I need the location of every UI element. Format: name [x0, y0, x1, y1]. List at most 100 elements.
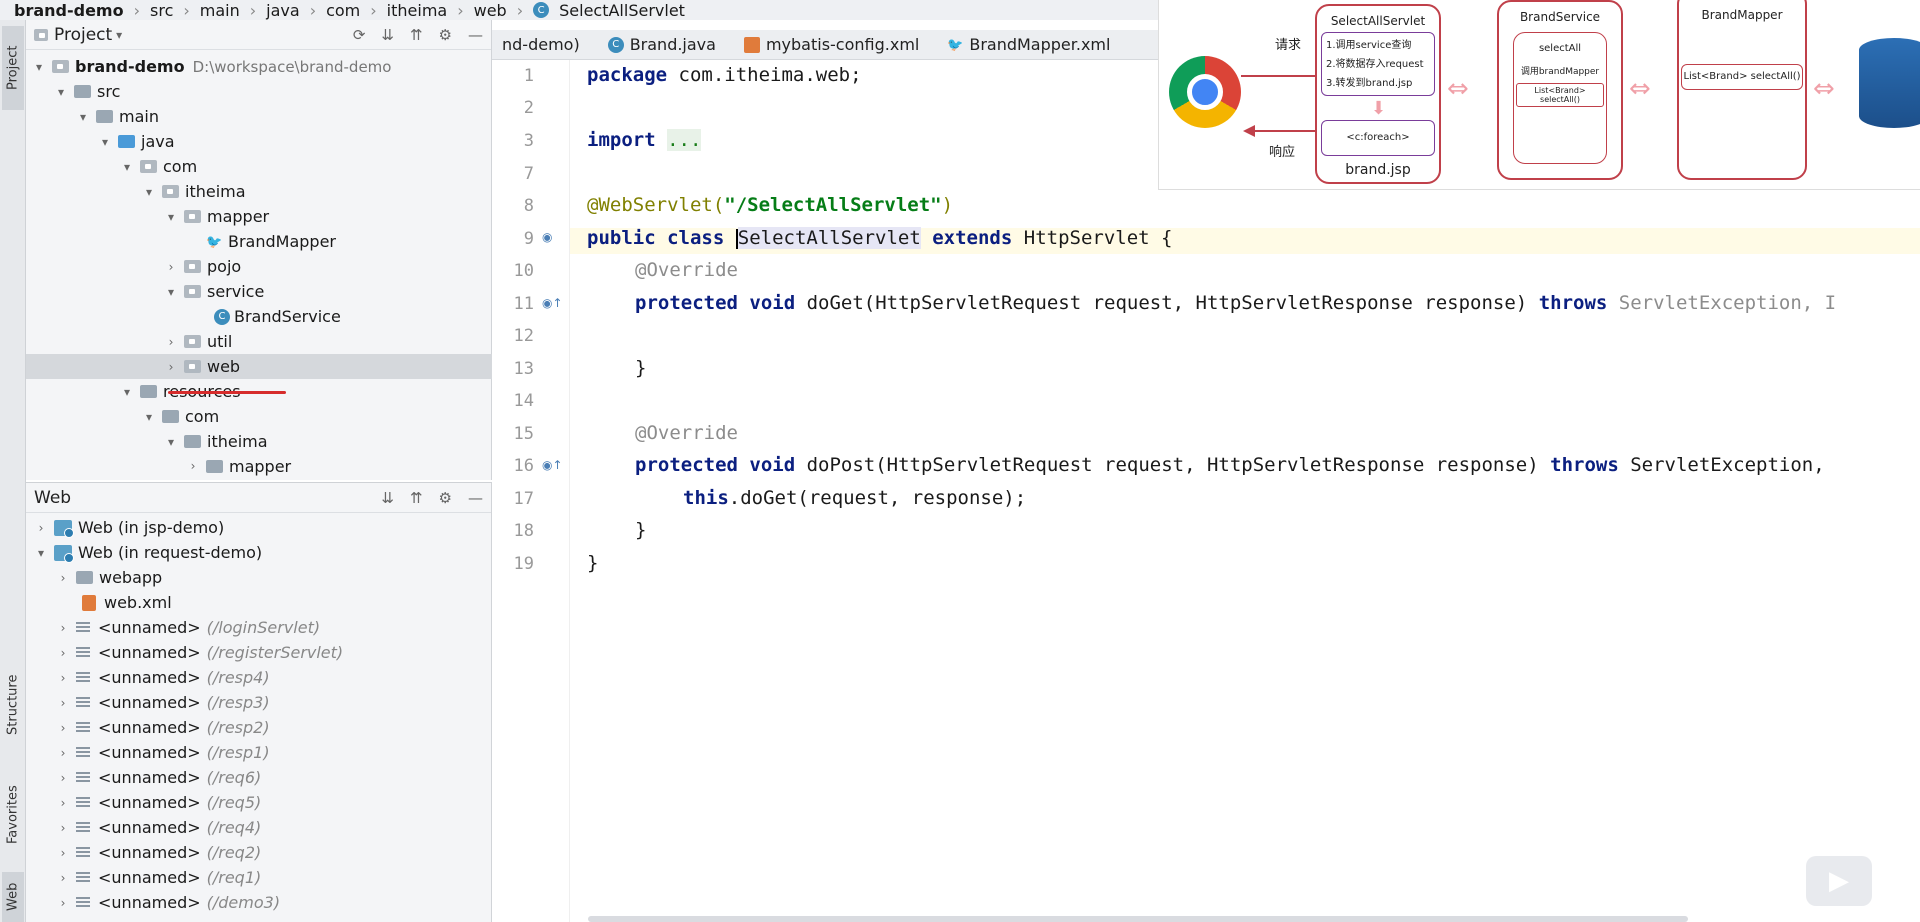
chevron-right-icon[interactable]: ›	[56, 796, 70, 810]
chevron-right-icon[interactable]: ›	[56, 746, 70, 760]
tree-row[interactable]: › webapp	[26, 565, 492, 590]
chevron-down-icon[interactable]: ▾	[142, 410, 156, 424]
chevron-right-icon[interactable]: ›	[56, 771, 70, 785]
tree-row-root[interactable]: ▾ brand-demo D:\workspace\brand-demo	[26, 54, 492, 79]
annotation: @WebServlet(	[587, 194, 725, 216]
tree-row[interactable]: › pojo	[26, 254, 492, 279]
chevron-down-icon[interactable]: ▾	[54, 85, 68, 99]
tree-row-servlet[interactable]: › <unnamed> (/resp1)	[26, 740, 492, 765]
gear-icon[interactable]: ⚙	[439, 26, 452, 44]
expand-all-icon[interactable]: ⇊	[381, 489, 394, 507]
chevron-down-icon[interactable]: ▾	[164, 435, 178, 449]
tree-row[interactable]: › util	[26, 329, 492, 354]
chevron-down-icon[interactable]: ▾	[142, 185, 156, 199]
tree-row-servlet[interactable]: › <unnamed> (/req6)	[26, 765, 492, 790]
class-name[interactable]: SelectAllServlet	[737, 227, 921, 249]
breadcrumb-item[interactable]: SelectAllServlet	[559, 1, 685, 20]
breadcrumb-item[interactable]: com	[326, 1, 360, 20]
project-panel-title[interactable]: Project	[54, 25, 112, 45]
tree-row[interactable]: ▾ java	[26, 129, 492, 154]
tree-row[interactable]: C BrandService	[26, 304, 492, 329]
tree-row-servlet[interactable]: › <unnamed> (/req5)	[26, 790, 492, 815]
breadcrumb-item[interactable]: web	[474, 1, 507, 20]
chevron-right-icon[interactable]: ›	[186, 459, 200, 473]
collapse-all-icon[interactable]: ⇈	[410, 489, 423, 507]
chevron-right-icon[interactable]: ›	[56, 621, 70, 635]
tree-row[interactable]: ▾ itheima	[26, 429, 492, 454]
hide-icon[interactable]: —	[468, 489, 483, 507]
breadcrumb-item[interactable]: itheima	[387, 1, 448, 20]
tree-row[interactable]: 🐦 BrandMapper	[26, 229, 492, 254]
tree-row[interactable]: › Web (in jsp-demo)	[26, 515, 492, 540]
tree-row-servlet[interactable]: › <unnamed> (/req1)	[26, 865, 492, 890]
chevron-right-icon[interactable]: ›	[164, 360, 178, 374]
folded-imports[interactable]: ...	[667, 129, 702, 151]
chevron-down-icon[interactable]: ▾	[164, 285, 178, 299]
override-icon[interactable]: ◉↑	[542, 458, 563, 472]
chevron-right-icon[interactable]: ›	[56, 646, 70, 660]
tree-row-servlet[interactable]: › <unnamed> (/resp2)	[26, 715, 492, 740]
tree-row-servlet[interactable]: › <unnamed> (/demo3)	[26, 890, 492, 915]
collapse-all-icon[interactable]: ⇈	[410, 26, 423, 44]
tree-row[interactable]: ▾ mapper	[26, 204, 492, 229]
chevron-right-icon[interactable]: ›	[56, 846, 70, 860]
chevron-right-icon[interactable]: ›	[56, 571, 70, 585]
tree-row-servlet[interactable]: › <unnamed> (/resp4)	[26, 665, 492, 690]
chevron-down-icon[interactable]: ▾	[76, 110, 90, 124]
tree-row[interactable]: ▾ Web (in request-demo)	[26, 540, 492, 565]
chevron-right-icon[interactable]: ›	[56, 696, 70, 710]
expand-all-icon[interactable]: ⇊	[381, 26, 394, 44]
class-icon: C	[533, 2, 550, 18]
tree-row[interactable]: ▾ itheima	[26, 179, 492, 204]
tree-row-servlet[interactable]: › <unnamed> (/loginServlet)	[26, 615, 492, 640]
chevron-right-icon[interactable]: ›	[56, 896, 70, 910]
breadcrumb-item[interactable]: src	[150, 1, 173, 20]
chevron-right-icon[interactable]: ›	[164, 260, 178, 274]
tab-structure[interactable]: Structure	[2, 660, 24, 750]
chevron-right-icon[interactable]: ›	[56, 821, 70, 835]
run-servlet-icon[interactable]: ◉	[542, 230, 552, 244]
chevron-down-icon[interactable]: ▾	[34, 546, 48, 560]
gear-icon[interactable]: ⚙	[439, 489, 452, 507]
chevron-down-icon[interactable]: ▾	[120, 385, 134, 399]
tree-row-servlet[interactable]: › <unnamed> (/req4)	[26, 815, 492, 840]
play-icon[interactable]: ▶	[1806, 856, 1872, 906]
chevron-right-icon[interactable]: ›	[56, 671, 70, 685]
chevron-down-icon[interactable]: ▾	[120, 160, 134, 174]
chevron-right-icon[interactable]: ›	[56, 871, 70, 885]
chevron-down-icon[interactable]: ▾	[164, 210, 178, 224]
chevron-down-icon[interactable]: ▾	[116, 28, 122, 42]
tree-row-servlet[interactable]: › <unnamed> (/registerServlet)	[26, 640, 492, 665]
chevron-right-icon[interactable]: ›	[34, 521, 48, 535]
tree-row-servlet[interactable]: › <unnamed> (/resp3)	[26, 690, 492, 715]
tab-project[interactable]: Project	[2, 26, 24, 110]
breadcrumb-item[interactable]: brand-demo	[14, 1, 124, 20]
tab-editor[interactable]: C Brand.java	[598, 30, 734, 59]
tree-row[interactable]: › mapper	[26, 454, 492, 478]
tab-editor[interactable]: mybatis-config.xml	[734, 30, 937, 59]
tree-row-servlet[interactable]: › <unnamed> (/req2)	[26, 840, 492, 865]
breadcrumb-item[interactable]: main	[200, 1, 240, 20]
chevron-right-icon[interactable]: ›	[56, 721, 70, 735]
hide-icon[interactable]: —	[468, 26, 483, 44]
tree-path: (/resp3)	[206, 693, 270, 712]
tree-row[interactable]: ▾ service	[26, 279, 492, 304]
tree-row[interactable]: ▾ main	[26, 104, 492, 129]
chevron-down-icon[interactable]: ▾	[32, 60, 46, 74]
tree-row[interactable]: ▾ com	[26, 154, 492, 179]
chevron-right-icon[interactable]: ›	[164, 335, 178, 349]
tab-favorites[interactable]: Favorites	[2, 770, 24, 860]
tree-row[interactable]: web.xml	[26, 590, 492, 615]
tab-web[interactable]: Web	[2, 872, 24, 922]
sync-icon[interactable]: ⟳	[353, 26, 366, 44]
tree-row[interactable]: ▾ com	[26, 404, 492, 429]
tree-label: <unnamed>	[98, 793, 201, 812]
tree-row-selected[interactable]: › web	[26, 354, 492, 379]
tab-editor[interactable]: nd-demo)	[492, 30, 598, 59]
override-icon[interactable]: ◉↑	[542, 296, 563, 310]
breadcrumb-item[interactable]: java	[266, 1, 300, 20]
tree-row[interactable]: ▾ src	[26, 79, 492, 104]
chevron-down-icon[interactable]: ▾	[98, 135, 112, 149]
horizontal-scrollbar[interactable]	[588, 916, 1688, 922]
tab-editor[interactable]: 🐦 BrandMapper.xml	[937, 30, 1128, 59]
